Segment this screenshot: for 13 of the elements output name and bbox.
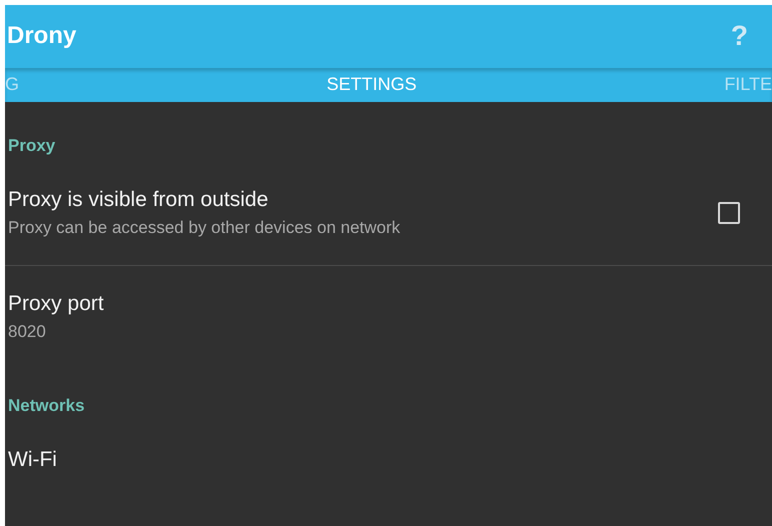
app-title: Drony — [7, 22, 76, 50]
setting-title[interactable]: Wi-Fi — [8, 448, 57, 472]
tab[interactable]: G — [5, 74, 20, 96]
checkbox[interactable] — [718, 202, 740, 224]
help-button[interactable]: ? — [730, 20, 748, 52]
setting-title[interactable]: Proxy is visible from outside — [8, 188, 400, 212]
tab[interactable]: SETTINGS — [326, 74, 417, 96]
setting-summary: Proxy can be accessed by other devices on network — [8, 218, 400, 238]
section-header: Networks — [7, 396, 86, 417]
setting-summary: 8020 — [8, 322, 47, 342]
tab[interactable]: FILTE — [724, 74, 772, 96]
setting-title[interactable]: Proxy port — [8, 292, 104, 316]
section-header: Proxy — [7, 136, 56, 157]
